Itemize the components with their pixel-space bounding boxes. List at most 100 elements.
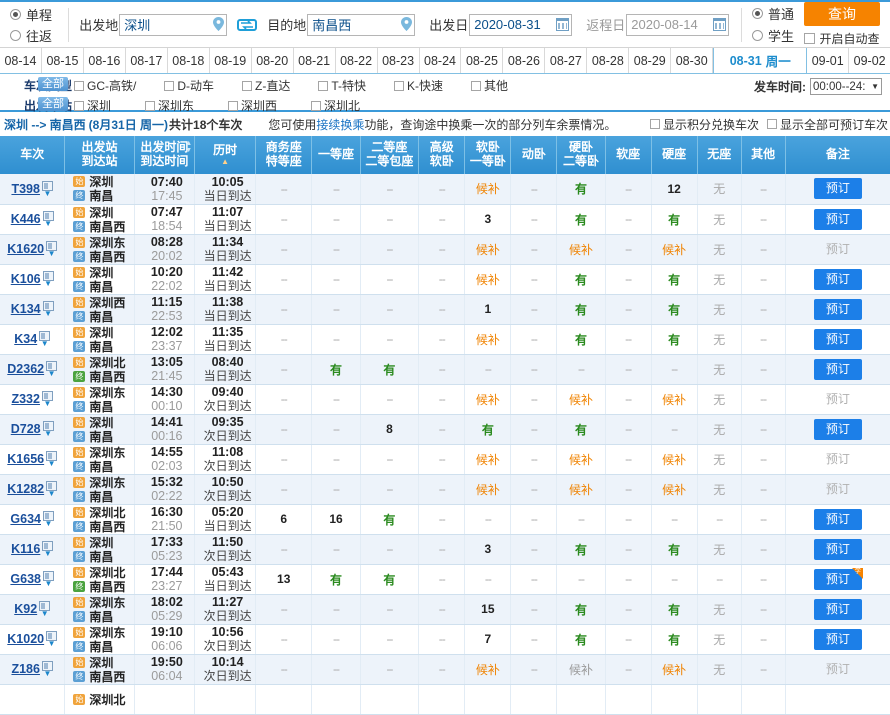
- book-button[interactable]: 预订: [813, 298, 862, 320]
- table-row[interactable]: G634 ▼ 始深圳北终南昌西 16:30 21:50 05:20 当日到达 6 16 有 -- --…: [0, 504, 890, 535]
- table-row[interactable]: D728 ▼ 始深圳终南昌 14:41 00:16 09:35 次日到达 -- -- 8 -- 有 --…: [0, 414, 890, 445]
- timetable-icon[interactable]: [39, 331, 51, 341]
- depart-station-option-checkbox[interactable]: [145, 100, 156, 111]
- column-header-3[interactable]: 历时 ▲: [194, 136, 256, 174]
- timetable-icon[interactable]: [46, 481, 58, 491]
- book-button[interactable]: 预订: [813, 178, 862, 200]
- from-station-input[interactable]: 深圳: [119, 13, 228, 36]
- date-tab-09-01[interactable]: 09-01: [807, 48, 850, 73]
- train-type-option-0[interactable]: GC-高铁/: [74, 77, 136, 94]
- swap-stations-button[interactable]: [237, 17, 258, 33]
- date-tab-08-30[interactable]: 08-30: [671, 48, 714, 73]
- radio-oneway-icon[interactable]: [10, 8, 21, 20]
- show-points-trains-checkbox[interactable]: [649, 119, 660, 129]
- train-code-link[interactable]: K1620: [7, 242, 44, 256]
- table-row[interactable]: K1620 ▼ 始深圳东终南昌西 08:28 20:02 11:34 当日到达 -- -- -- -…: [0, 234, 890, 265]
- train-type-option-checkbox[interactable]: [164, 80, 175, 91]
- train-code-link[interactable]: Z332: [11, 392, 40, 406]
- depart-date-input[interactable]: 2020-08-31: [469, 13, 573, 36]
- sort-asc-icon[interactable]: ▲: [196, 157, 254, 166]
- train-type-option-checkbox[interactable]: [74, 80, 84, 91]
- timetable-icon[interactable]: [43, 511, 54, 521]
- table-row[interactable]: K116 ▼ 始深圳终南昌 17:33 05:23 11:50 次日到达 -- -- -- -- 3-…: [0, 534, 890, 565]
- chevron-down-icon[interactable]: ▼: [48, 370, 56, 378]
- table-row[interactable]: 始深圳北: [0, 684, 890, 715]
- chevron-down-icon[interactable]: ▼: [41, 610, 49, 618]
- train-code-link[interactable]: K106: [11, 272, 41, 286]
- timetable-icon[interactable]: [46, 361, 58, 371]
- calendar-icon[interactable]: [713, 18, 727, 31]
- timetable-icon[interactable]: [41, 391, 53, 401]
- depart-station-all-badge[interactable]: 全部: [38, 97, 68, 111]
- chevron-down-icon[interactable]: ▼: [45, 520, 53, 528]
- calendar-icon[interactable]: [556, 18, 570, 31]
- date-tab-08-29[interactable]: 08-29: [629, 48, 672, 73]
- radio-student-icon[interactable]: [751, 30, 763, 41]
- chevron-down-icon[interactable]: ▼: [44, 220, 52, 228]
- table-row[interactable]: K34 ▼ 始深圳终南昌 12:02 23:37 11:35 当日到达 -- -- -- -- 候补 -…: [0, 324, 890, 355]
- date-tab-08-28[interactable]: 08-28: [587, 48, 630, 73]
- table-row[interactable]: K134 ▼ 始深圳西终南昌 11:15 22:53 11:38 当日到达 -- -- -- -- 1…: [0, 294, 890, 325]
- show-all-bookable-row[interactable]: 显示全部可预订车次: [766, 116, 888, 133]
- timetable-icon[interactable]: [42, 211, 54, 221]
- timetable-icon[interactable]: [42, 301, 54, 311]
- train-code-link[interactable]: T398: [11, 182, 40, 196]
- auto-query-checkbox-row[interactable]: 开启自动查: [804, 30, 880, 47]
- sort-toggle-icon[interactable]: ▲ ▼: [185, 140, 192, 154]
- date-tab-08-15[interactable]: 08-15: [42, 48, 84, 73]
- train-code-link[interactable]: G634: [10, 512, 41, 526]
- chevron-down-icon[interactable]: ▼: [48, 490, 56, 498]
- table-row[interactable]: K1282 ▼ 始深圳东终南昌 15:32 02:22 10:50 次日到达 -- -- -- --…: [0, 474, 890, 505]
- train-code-link[interactable]: D2362: [7, 362, 44, 376]
- train-type-option-1[interactable]: D-动车: [164, 77, 214, 94]
- chevron-down-icon[interactable]: ▼: [44, 550, 52, 558]
- chevron-down-icon[interactable]: ▼: [48, 640, 56, 648]
- chevron-down-icon[interactable]: ▼: [43, 400, 51, 408]
- book-button[interactable]: 预订: [813, 358, 862, 380]
- location-pin-icon[interactable]: [393, 16, 413, 33]
- table-row[interactable]: T398 ▼ 始深圳终南昌 07:40 17:45 10:05 当日到达 -- -- -- -- 候补…: [0, 174, 890, 205]
- show-all-bookable-checkbox[interactable]: [766, 119, 777, 129]
- book-button[interactable]: 预订: [813, 328, 862, 350]
- passenger-type-normal[interactable]: 普通: [751, 4, 794, 23]
- depart-station-option-checkbox[interactable]: [228, 100, 239, 111]
- book-button[interactable]: 预订: [813, 598, 862, 620]
- book-button[interactable]: 预订: [813, 208, 862, 230]
- timetable-icon[interactable]: [39, 601, 51, 611]
- date-tab-08-20[interactable]: 08-20: [252, 48, 294, 73]
- table-row[interactable]: K1020 ▼ 始深圳东终南昌 19:10 06:06 10:56 次日到达 -- -- -- --…: [0, 624, 890, 655]
- table-row[interactable]: K446 ▼ 始深圳终南昌西 07:47 18:54 11:07 当日到达 -- -- -- -- 3…: [0, 204, 890, 235]
- date-tab-08-16[interactable]: 08-16: [84, 48, 126, 73]
- to-station-input[interactable]: 南昌西: [307, 13, 416, 36]
- timetable-icon[interactable]: [46, 241, 58, 251]
- train-code-link[interactable]: K34: [14, 332, 37, 346]
- depart-station-option-checkbox[interactable]: [74, 100, 84, 111]
- chevron-down-icon[interactable]: ▼: [44, 280, 52, 288]
- book-button[interactable]: 预订: [813, 268, 862, 290]
- date-tab-08-22[interactable]: 08-22: [336, 48, 378, 73]
- table-row[interactable]: Z332 ▼ 始深圳东终南昌 14:30 00:10 09:40 次日到达 -- -- -- -- 候…: [0, 384, 890, 415]
- date-tab-08-17[interactable]: 08-17: [126, 48, 168, 73]
- train-code-link[interactable]: K1020: [7, 632, 44, 646]
- train-type-option-checkbox[interactable]: [471, 80, 482, 91]
- train-code-link[interactable]: K1282: [7, 482, 44, 496]
- date-tab-08-23[interactable]: 08-23: [378, 48, 420, 73]
- date-tab-08-14[interactable]: 08-14: [0, 48, 42, 73]
- timetable-icon[interactable]: [46, 631, 58, 641]
- table-row[interactable]: K1656 ▼ 始深圳东终南昌 14:55 02:03 11:08 次日到达 -- -- -- --…: [0, 444, 890, 475]
- train-type-option-checkbox[interactable]: [318, 80, 329, 91]
- train-code-link[interactable]: G638: [10, 572, 41, 586]
- book-button[interactable]: 预订: [813, 418, 862, 440]
- chevron-down-icon[interactable]: ▼: [43, 189, 51, 197]
- depart-time-select[interactable]: 00:00--24: ▼: [810, 78, 882, 95]
- timetable-icon[interactable]: [41, 661, 53, 671]
- chevron-down-icon[interactable]: ▼: [43, 670, 51, 678]
- date-tab-08-31[interactable]: 08-31 周一: [713, 48, 808, 73]
- train-type-option-2[interactable]: Z-直达: [242, 77, 290, 94]
- date-tab-08-19[interactable]: 08-19: [210, 48, 252, 73]
- trip-type-oneway[interactable]: 单程: [10, 5, 58, 24]
- table-row[interactable]: K92 ▼ 始深圳东终南昌 18:02 05:29 11:27 次日到达 -- -- -- -- 15…: [0, 594, 890, 625]
- train-code-link[interactable]: K92: [14, 602, 37, 616]
- book-button[interactable]: 预订: [813, 538, 862, 560]
- chevron-down-icon[interactable]: ▼: [48, 250, 56, 258]
